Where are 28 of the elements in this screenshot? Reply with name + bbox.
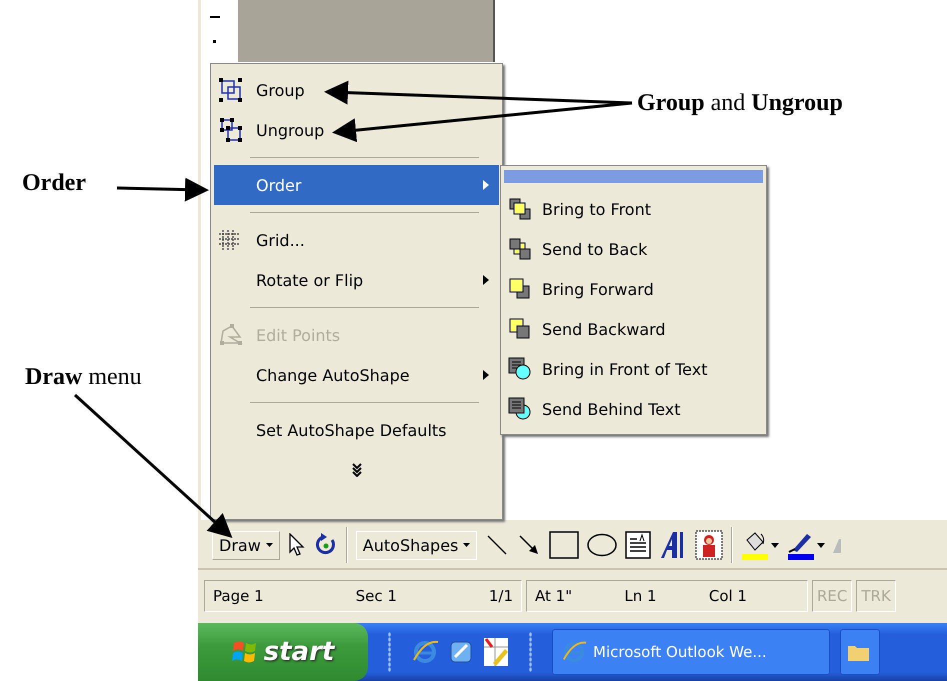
- taskbar-button[interactable]: Microsoft Outlook We...: [552, 629, 830, 675]
- draw-menu-button[interactable]: Draw: [212, 530, 280, 560]
- menu-item[interactable]: Send Behind Text: [504, 389, 763, 429]
- status-field: Sec 1: [356, 587, 397, 605]
- menu-item[interactable]: Group: [214, 70, 499, 110]
- menu-item[interactable]: Bring Forward: [504, 269, 763, 309]
- menu-item[interactable]: Send Backward: [504, 309, 763, 349]
- status-field: Ln 1: [624, 587, 657, 605]
- callout-label: Order: [22, 170, 86, 197]
- status-field: Col 1: [708, 587, 747, 605]
- status-field: At 1": [535, 587, 572, 605]
- status-field: Page 1: [213, 587, 264, 605]
- menu-item[interactable]: Bring to Front: [504, 189, 763, 229]
- menu-item[interactable]: Rotate or Flip: [214, 260, 499, 300]
- callout-label: Draw menu: [25, 364, 142, 391]
- menu-item[interactable]: Change AutoShape: [214, 355, 499, 395]
- callout-label: Group and Ungroup: [637, 90, 843, 117]
- menu-item[interactable]: Bring in Front of Text: [504, 349, 763, 389]
- start-button[interactable]: start: [198, 623, 368, 681]
- menu-item[interactable]: Grid...: [214, 220, 499, 260]
- menu-item[interactable]: Set AutoShape Defaults: [214, 410, 499, 450]
- status-field: TRK: [861, 587, 891, 605]
- menu-item[interactable]: Order: [214, 165, 499, 205]
- menu-item[interactable]: Send to Back: [504, 229, 763, 269]
- autoshapes-button[interactable]: AutoShapes: [356, 530, 478, 560]
- status-field: 1/1: [488, 587, 513, 605]
- status-field: REC: [817, 587, 848, 605]
- menu-item[interactable]: Ungroup: [214, 110, 499, 150]
